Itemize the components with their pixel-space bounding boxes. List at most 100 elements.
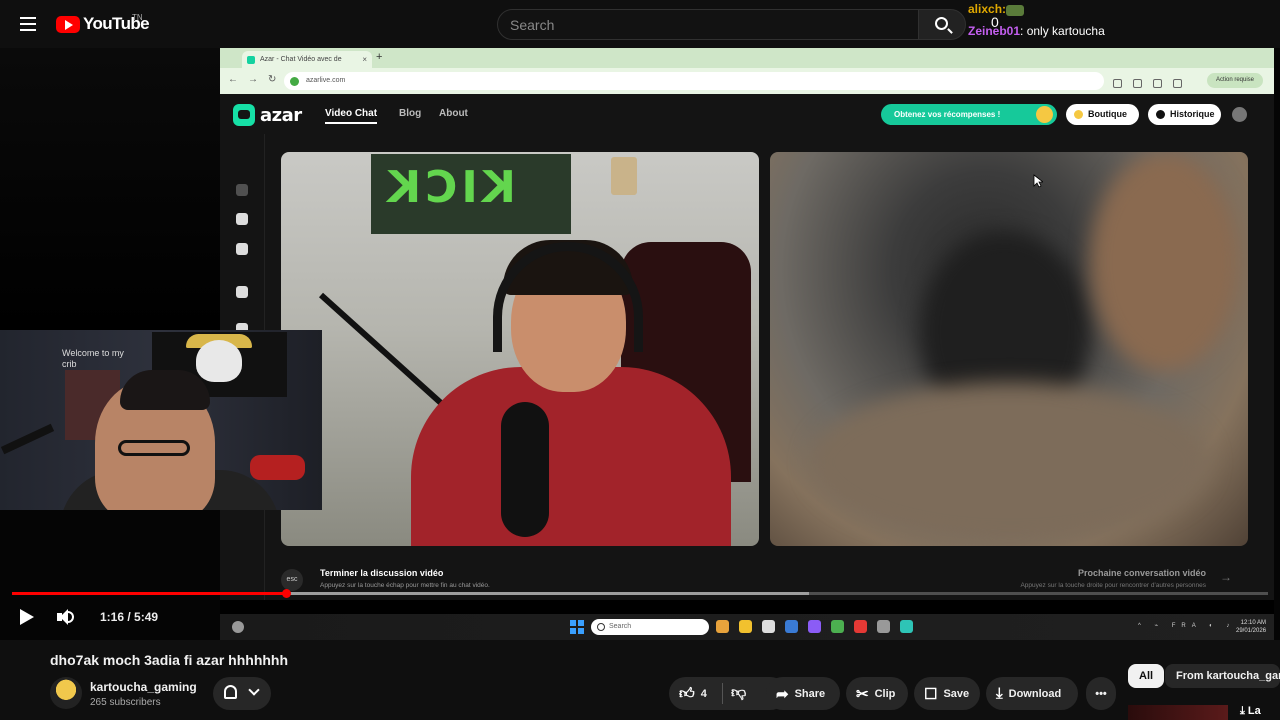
- clip-button[interactable]: ✂ Clip: [846, 677, 908, 710]
- related-video-thumbnail[interactable]: [1128, 705, 1228, 720]
- settings-icon[interactable]: [877, 620, 890, 633]
- self-camera-view: KICK: [281, 152, 759, 546]
- azar-bottom-bar: esc Terminer la discussion vidéo Appuyez…: [281, 564, 1236, 594]
- chat-line-2: Zeineb01: only kartoucha: [968, 24, 1105, 38]
- chat-message: : only kartoucha: [1020, 24, 1105, 38]
- azar-favicon-icon: [247, 56, 255, 64]
- user-profile-icon[interactable]: [1232, 107, 1247, 122]
- windows-start-icon[interactable]: [570, 620, 584, 634]
- weather-icon[interactable]: [232, 621, 244, 633]
- bell-icon: [224, 685, 237, 699]
- progress-scrubber[interactable]: [282, 589, 291, 598]
- time-display: 1:16 / 5:49: [100, 610, 159, 624]
- search-input[interactable]: [498, 10, 918, 39]
- gift-icon: [1036, 106, 1053, 123]
- windows-taskbar: Search ^ ⌁ FRA ◐ ♪ 12:10 AM 29/01/2026: [220, 614, 1274, 640]
- chat-username: Zeineb01: [968, 24, 1021, 38]
- logo-country-code: TN: [132, 13, 143, 22]
- clock-time: 12:10 AM: [1240, 620, 1267, 626]
- save-button[interactable]: ☐ Save: [914, 677, 980, 710]
- streamer-facecam: Welcome to my crib: [0, 330, 322, 510]
- magic-wand-icon[interactable]: [236, 213, 248, 225]
- azar-logo[interactable]: azar: [233, 104, 302, 126]
- azar-page: azar Video Chat Blog About Obtenez vos r…: [220, 94, 1274, 600]
- taskbar-search[interactable]: Search: [591, 619, 709, 635]
- thumbs-down-icon[interactable]: 👎︎: [731, 684, 746, 702]
- azar-logo-text: azar: [260, 104, 302, 126]
- store-icon[interactable]: [785, 620, 798, 633]
- browser-icon[interactable]: [831, 620, 844, 633]
- browser-tab-title: Azar - Chat Vidéo avec de: [260, 56, 342, 63]
- browser-action-button[interactable]: Action requise: [1207, 73, 1263, 88]
- like-divider: [722, 683, 723, 704]
- video-player[interactable]: Azar - Chat Vidéo avec de × + ←→↻ azarli…: [0, 48, 1280, 640]
- azar-shop-button[interactable]: Boutique: [1066, 104, 1139, 125]
- facecam-hair: [120, 370, 210, 410]
- azar-history-label: Historique: [1170, 109, 1215, 119]
- save-label: Save: [943, 687, 970, 700]
- notification-bell-button[interactable]: [213, 677, 271, 710]
- channel-name[interactable]: kartoucha_gaming: [90, 680, 197, 694]
- discord-icon[interactable]: [808, 620, 821, 633]
- channel-avatar[interactable]: [50, 677, 82, 709]
- active-app-icon[interactable]: [900, 620, 913, 633]
- next-chat-title[interactable]: Prochaine conversation vidéo: [1078, 568, 1206, 578]
- clock-date: 29/01/2026: [1236, 628, 1267, 634]
- browser-tab[interactable]: Azar - Chat Vidéo avec de ×: [242, 51, 372, 68]
- chip-from-channel[interactable]: From kartoucha_gaming: [1165, 664, 1280, 688]
- folder-icon[interactable]: [739, 620, 752, 633]
- azar-nav-blog[interactable]: Blog: [399, 108, 421, 119]
- sticker-icon[interactable]: [236, 243, 248, 255]
- taskbar-clock[interactable]: 12:10 AM 29/01/2026: [1236, 619, 1266, 635]
- partner-camera-view-blurred: [770, 152, 1248, 546]
- menu-icon[interactable]: [16, 12, 40, 36]
- azar-history-button[interactable]: Historique: [1148, 104, 1221, 125]
- welcome-sign-line2: crib: [62, 359, 77, 369]
- azar-nav-about[interactable]: About: [439, 108, 468, 119]
- azar-rewards-button[interactable]: Obtenez vos récompenses !: [881, 104, 1057, 125]
- chrome-icon[interactable]: [716, 620, 729, 633]
- url-field[interactable]: azarlive.com: [284, 72, 1104, 90]
- search-button[interactable]: [918, 9, 966, 40]
- blurred-background: [1090, 152, 1240, 372]
- download-button[interactable]: ⤓ Download: [986, 677, 1078, 710]
- browser-nav-icons[interactable]: ←→↻: [228, 74, 286, 85]
- azar-nav-video-chat[interactable]: Video Chat: [325, 108, 378, 124]
- video-letterbox: [0, 48, 220, 330]
- azar-rewards-label: Obtenez vos récompenses !: [894, 110, 1001, 119]
- glasses: [118, 440, 190, 456]
- clip-label: Clip: [874, 687, 896, 700]
- esc-key-button[interactable]: esc: [281, 569, 303, 591]
- wall-poster: [611, 157, 637, 195]
- scissors-icon: ✂: [856, 685, 869, 703]
- recording-icon[interactable]: [854, 620, 867, 633]
- play-icon[interactable]: [18, 608, 36, 626]
- welcome-sign-word: my: [111, 348, 124, 358]
- system-tray[interactable]: ^ ⌁ FRA ◐ ♪: [1138, 622, 1235, 629]
- kick-banner-text: KICK: [383, 162, 516, 213]
- end-chat-title[interactable]: Terminer la discussion vidéo: [320, 568, 443, 578]
- end-chat-hint: Appuyez sur la touche échap pour mettre …: [320, 582, 490, 589]
- clock-icon: [1156, 110, 1165, 119]
- close-tab-icon[interactable]: ×: [362, 55, 367, 64]
- filter-icon[interactable]: [236, 184, 248, 196]
- browser-toolbar-icons[interactable]: [1113, 75, 1203, 88]
- like-count[interactable]: 4: [701, 688, 707, 700]
- red-object: [250, 455, 305, 480]
- browser-address-bar: ←→↻ azarlive.com Action requise: [220, 68, 1274, 94]
- gesture-icon[interactable]: [236, 286, 248, 298]
- video-title: dho7ak moch 3adia fi azar hhhhhhh: [50, 652, 289, 668]
- site-info-icon: [290, 77, 299, 86]
- thumbs-up-icon[interactable]: 👍︎: [679, 685, 695, 703]
- more-actions-button[interactable]: •••: [1086, 677, 1116, 710]
- new-tab-icon[interactable]: +: [376, 51, 382, 63]
- arrow-right-icon[interactable]: →: [1220, 570, 1232, 584]
- chip-all[interactable]: All: [1128, 664, 1165, 688]
- bookmark-icon: ☐: [924, 685, 938, 703]
- share-icon: ➦: [776, 685, 789, 703]
- next-chat-hint: Appuyez sur la touche droite pour rencon…: [1020, 582, 1206, 589]
- streamer-hoodie: [411, 367, 731, 546]
- share-button[interactable]: ➦ Share: [766, 677, 840, 710]
- search-box: [497, 9, 919, 40]
- app-icon[interactable]: [762, 620, 775, 633]
